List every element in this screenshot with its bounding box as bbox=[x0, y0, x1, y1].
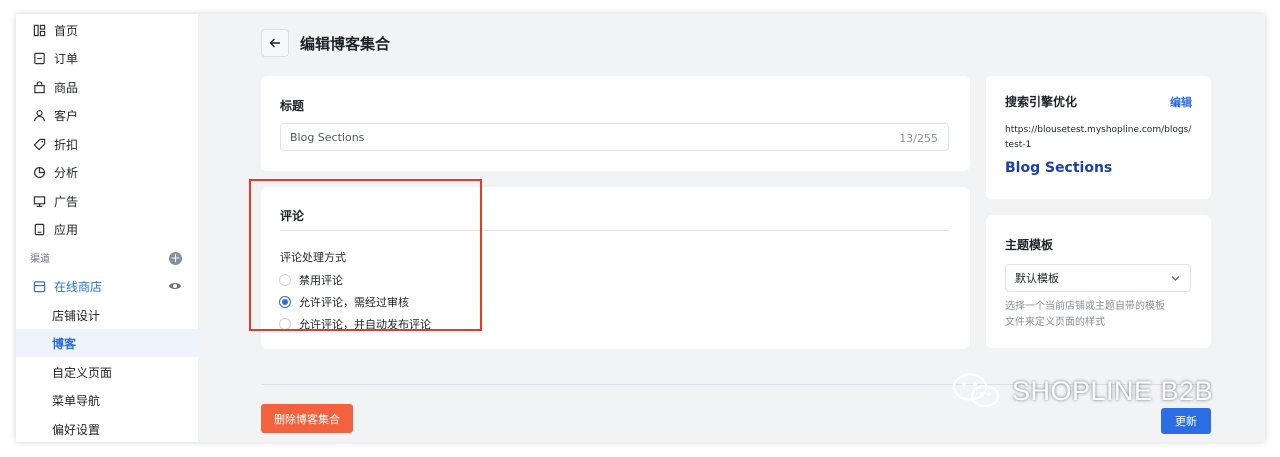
eye-icon[interactable] bbox=[168, 280, 182, 292]
radio-button-checked[interactable] bbox=[279, 296, 291, 308]
dashboard-icon bbox=[32, 23, 46, 37]
template-select-value: 默认模板 bbox=[1015, 272, 1059, 285]
sidebar-item-apps[interactable]: 应用 bbox=[16, 215, 198, 243]
bag-icon bbox=[32, 80, 46, 94]
pie-chart-icon bbox=[32, 165, 46, 179]
sidebar-item-ads[interactable]: 广告 bbox=[16, 187, 198, 215]
order-icon bbox=[32, 51, 46, 65]
sidebar-item-orders[interactable]: 订单 bbox=[16, 44, 198, 72]
sidebar-item-label: 分析 bbox=[54, 165, 79, 180]
watermark-text: SHOPLINE B2B bbox=[1012, 375, 1214, 406]
store-icon bbox=[32, 279, 46, 293]
seo-card: 搜索引擎优化 编辑 https://blousetest.myshopline.… bbox=[986, 76, 1211, 199]
template-select[interactable]: 默认模板 bbox=[1005, 264, 1191, 292]
add-channel-icon[interactable]: + bbox=[169, 252, 182, 265]
radio-button[interactable] bbox=[279, 274, 291, 286]
monitor-icon bbox=[32, 194, 46, 208]
sidebar-item-discounts[interactable]: 折扣 bbox=[16, 130, 198, 158]
sidebar-item-analytics[interactable]: 分析 bbox=[16, 158, 198, 186]
radio-label: 禁用评论 bbox=[299, 274, 343, 287]
theme-template-card: 主题模板 默认模板 选择一个当前店铺或主题自带的模板 文件来定义页面的样式 bbox=[986, 215, 1211, 348]
sidebar-item-label: 应用 bbox=[54, 222, 79, 237]
sidebar-subitem-preferences[interactable]: 偏好设置 bbox=[16, 415, 198, 442]
channels-section-label: 渠道 bbox=[30, 254, 50, 265]
wechat-icon bbox=[952, 373, 1000, 408]
chevron-down-icon bbox=[1171, 276, 1180, 281]
app-icon bbox=[32, 222, 46, 236]
sidebar-subitem-menu-navigation[interactable]: 菜单导航 bbox=[16, 386, 198, 414]
title-input-value: Blog Sections bbox=[290, 130, 365, 144]
seo-edit-link[interactable]: 编辑 bbox=[1170, 94, 1192, 110]
seo-heading: 搜索引擎优化 bbox=[1005, 95, 1078, 109]
radio-disable-comments[interactable]: 禁用评论 bbox=[279, 272, 343, 288]
title-char-counter: 13/255 bbox=[899, 132, 938, 145]
radio-label: 允许评论，并自动发布评论 bbox=[299, 318, 431, 331]
comments-heading: 评论 bbox=[280, 209, 305, 223]
sidebar-item-customers[interactable]: 客户 bbox=[16, 101, 198, 129]
theme-help-line2: 文件来定义页面的样式 bbox=[1005, 317, 1105, 328]
sidebar-item-label: 商品 bbox=[54, 80, 79, 95]
sidebar-subitem-blog[interactable]: 博客 bbox=[16, 329, 198, 357]
radio-allow-with-review[interactable]: 允许评论，需经过审核 bbox=[279, 294, 409, 310]
sidebar-item-label: 订单 bbox=[54, 51, 79, 66]
arrow-left-icon bbox=[269, 38, 280, 48]
radio-label: 允许评论，需经过审核 bbox=[299, 296, 409, 309]
sidebar-item-online-store[interactable]: 在线商店 bbox=[16, 272, 198, 300]
watermark: SHOPLINE B2B bbox=[950, 372, 1213, 410]
sidebar-item-label: 在线商店 bbox=[54, 279, 103, 294]
sidebar: 首页 订单 商品 客户 折扣 分析 广告 应用 渠道 + 在线商店 店铺设计 博… bbox=[16, 14, 198, 442]
update-button[interactable]: 更新 bbox=[1161, 408, 1211, 434]
theme-help-line1: 选择一个当前店铺或主题自带的模板 bbox=[1005, 301, 1165, 312]
divider bbox=[280, 230, 950, 231]
seo-url-line1: https://blousetest.myshopline.com/blogs/ bbox=[1005, 125, 1192, 135]
page-title: 编辑博客集合 bbox=[300, 35, 391, 53]
user-icon bbox=[32, 108, 46, 122]
comment-method-label: 评论处理方式 bbox=[280, 251, 346, 264]
theme-heading: 主题模板 bbox=[1005, 238, 1054, 252]
back-button[interactable] bbox=[261, 29, 289, 57]
radio-button[interactable] bbox=[279, 318, 291, 330]
sidebar-item-products[interactable]: 商品 bbox=[16, 73, 198, 101]
sidebar-item-label: 广告 bbox=[54, 194, 79, 209]
title-label: 标题 bbox=[280, 99, 305, 113]
title-card: 标题 Blog Sections 13/255 bbox=[261, 76, 970, 171]
tag-icon bbox=[32, 137, 46, 151]
sidebar-subitem-custom-pages[interactable]: 自定义页面 bbox=[16, 358, 198, 386]
radio-allow-auto-publish[interactable]: 允许评论，并自动发布评论 bbox=[279, 316, 431, 332]
sidebar-item-label: 首页 bbox=[54, 23, 79, 38]
sidebar-item-label: 折扣 bbox=[54, 137, 79, 152]
comments-card: 评论 评论处理方式 禁用评论 允许评论，需经过审核 允许评论，并自动发布评论 bbox=[261, 187, 970, 349]
sidebar-subitem-store-design[interactable]: 店铺设计 bbox=[16, 301, 198, 329]
title-input[interactable]: Blog Sections 13/255 bbox=[280, 123, 949, 151]
seo-page-title: Blog Sections bbox=[1005, 160, 1113, 176]
sidebar-item-home[interactable]: 首页 bbox=[16, 16, 198, 44]
delete-blog-collection-button[interactable]: 删除博客集合 bbox=[261, 404, 353, 433]
seo-url-line2: test-1 bbox=[1005, 140, 1032, 150]
sidebar-item-label: 客户 bbox=[54, 108, 79, 123]
